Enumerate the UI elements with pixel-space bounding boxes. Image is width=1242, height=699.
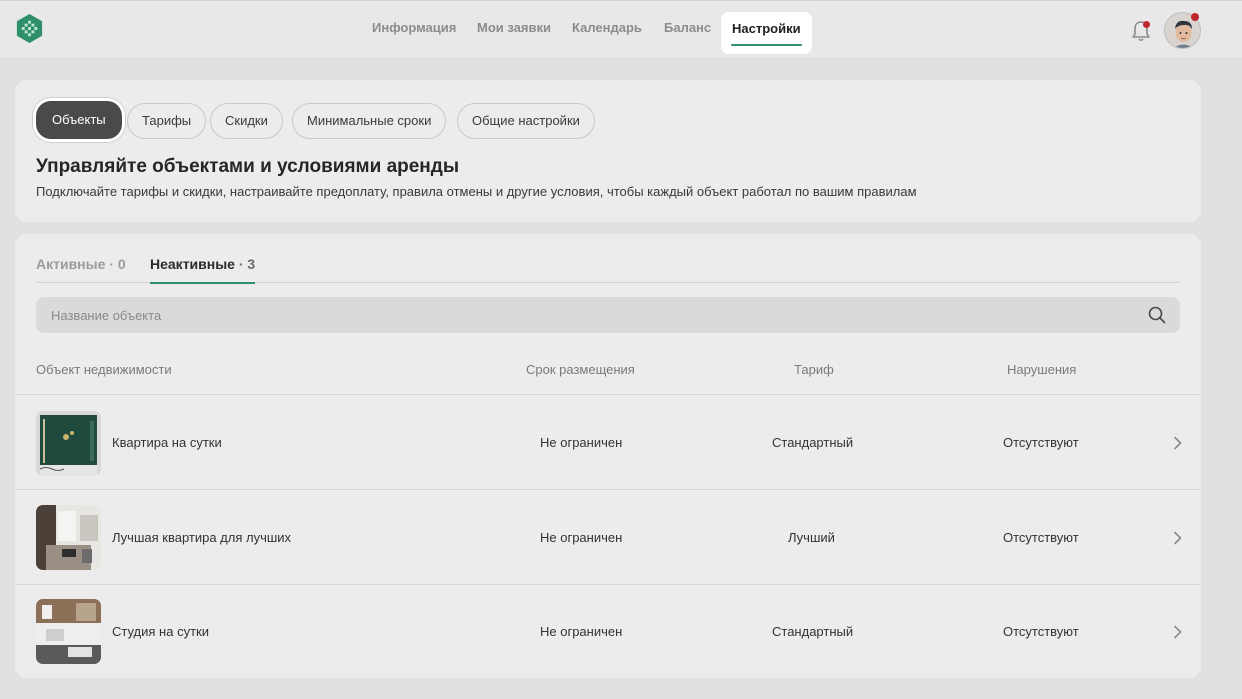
tab-general-settings[interactable]: Общие настройки: [457, 103, 595, 139]
page-subtitle: Подключайте тарифы и скидки, настраивайт…: [36, 184, 917, 199]
tab-inactive[interactable]: Неактивные · 3: [150, 256, 256, 284]
object-tariff: Стандартный: [772, 624, 854, 639]
tab-active[interactable]: Активные · 0: [36, 256, 126, 283]
nav-balance[interactable]: Баланс: [664, 20, 711, 35]
object-violations: Отсутствуют: [1003, 624, 1079, 639]
tab-discounts[interactable]: Скидки: [210, 103, 283, 139]
object-violations: Отсутствуют: [1003, 435, 1079, 450]
tab-objects[interactable]: Объекты: [33, 98, 125, 142]
object-photo: [36, 599, 101, 664]
tab-inactive-count: · 3: [238, 256, 256, 272]
nav-info[interactable]: Информация: [372, 20, 456, 35]
main-nav: Информация Мои заявки Календарь Баланс Н…: [0, 1, 1242, 58]
avatar-notification-dot: [1191, 13, 1199, 21]
page-title: Управляйте объектами и условиями аренды: [36, 156, 460, 177]
top-bar: Информация Мои заявки Календарь Баланс Н…: [0, 0, 1242, 57]
object-tariff: Лучший: [788, 530, 835, 545]
column-violations: Нарушения: [1007, 362, 1077, 377]
active-underline: [731, 44, 802, 46]
object-term: Не ограничен: [540, 435, 623, 450]
nav-settings[interactable]: Настройки: [721, 12, 812, 54]
notification-dot: [1143, 21, 1150, 28]
object-tariff: Стандартный: [772, 435, 854, 450]
search-box: [36, 297, 1180, 333]
table-row[interactable]: Студия на сутки Не ограничен Стандартный…: [15, 584, 1201, 678]
nav-settings-label: Настройки: [732, 21, 801, 36]
object-name[interactable]: Квартира на сутки: [112, 435, 222, 450]
tab-active-label: Активные: [36, 256, 106, 272]
object-photo: [36, 411, 101, 476]
nav-calendar[interactable]: Календарь: [572, 20, 642, 35]
object-name[interactable]: Студия на сутки: [112, 624, 209, 639]
column-object: Объект недвижимости: [36, 362, 172, 377]
tab-active-count: · 0: [109, 256, 126, 272]
active-tab-underline: [150, 282, 256, 284]
status-tabs: Активные · 0 Неактивные · 3: [36, 256, 1180, 284]
column-tariff: Тариф: [794, 362, 834, 377]
search-icon[interactable]: [1148, 306, 1166, 324]
column-term: Срок размещения: [526, 362, 635, 377]
object-term: Не ограничен: [540, 530, 623, 545]
tab-minimum-terms[interactable]: Минимальные сроки: [292, 103, 447, 139]
search-input[interactable]: [36, 297, 1136, 333]
table-header: Объект недвижимости Срок размещения Тари…: [15, 362, 1201, 382]
object-photo: [36, 505, 101, 570]
chevron-right-icon[interactable]: [1173, 531, 1183, 545]
tab-tariffs[interactable]: Тарифы: [127, 103, 207, 139]
objects-card: Активные · 0 Неактивные · 3 Объект недви…: [15, 234, 1201, 678]
object-violations: Отсутствуют: [1003, 530, 1079, 545]
object-term: Не ограничен: [540, 624, 623, 639]
object-name[interactable]: Лучшая квартира для лучших: [112, 530, 291, 545]
table-row[interactable]: Лучшая квартира для лучших Не ограничен …: [15, 489, 1201, 584]
chevron-right-icon[interactable]: [1173, 625, 1183, 639]
settings-header-card: Объекты Тарифы Скидки Минимальные сроки …: [15, 80, 1201, 222]
tab-inactive-label: Неактивные: [150, 256, 235, 272]
chevron-right-icon[interactable]: [1173, 436, 1183, 450]
nav-my-requests[interactable]: Мои заявки: [477, 20, 551, 35]
table-row[interactable]: Квартира на сутки Не ограничен Стандартн…: [15, 394, 1201, 489]
